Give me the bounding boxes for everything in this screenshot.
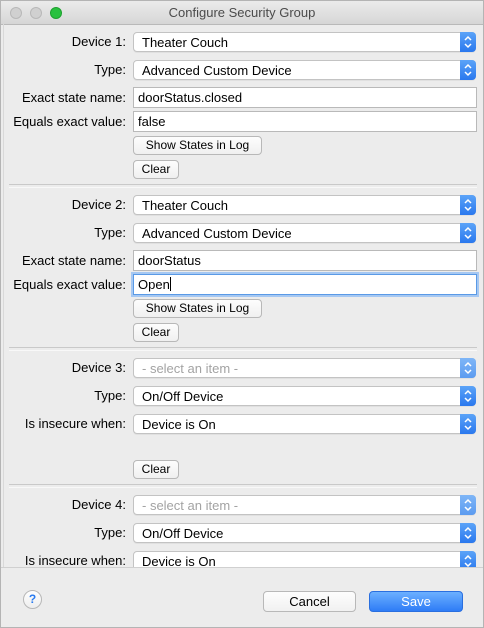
security-group-form[interactable]: Device 1: Theater Couch Type: Advanced C… — [1, 24, 483, 567]
device-1-label: Device 1: — [71, 34, 126, 49]
insecure-when-3-value: Device is On — [142, 417, 216, 432]
type-1-value: Advanced Custom Device — [142, 63, 292, 78]
equals-value-1-value: false — [138, 114, 166, 129]
up-down-chevron-icon — [460, 223, 476, 243]
insecure-when-4-value: Device is On — [142, 554, 216, 567]
device-4-popup[interactable]: - select an item - — [133, 495, 476, 515]
cancel-button[interactable]: Cancel — [263, 591, 356, 612]
state-name-1-field[interactable]: doorStatus.closed — [133, 87, 477, 108]
clear-2-button[interactable]: Clear — [133, 323, 179, 342]
device-3-placeholder: - select an item - — [142, 361, 239, 376]
equals-value-2-field[interactable]: Open — [133, 274, 477, 295]
up-down-chevron-icon — [460, 414, 476, 434]
type-2-label: Type: — [94, 225, 126, 240]
dialog-footer: ? Cancel Save — [1, 567, 483, 627]
equals-value-2-value-wrap: Open — [138, 277, 171, 293]
state-name-2-label: Exact state name: — [21, 253, 126, 268]
device-3-popup[interactable]: - select an item - — [133, 358, 476, 378]
type-3-popup[interactable]: On/Off Device — [133, 386, 476, 406]
up-down-chevron-icon — [460, 32, 476, 52]
state-name-2-value: doorStatus — [138, 253, 201, 268]
up-down-chevron-icon — [460, 495, 476, 515]
show-states-2-button[interactable]: Show States in Log — [133, 299, 262, 318]
device-3-label: Device 3: — [71, 360, 126, 375]
device-4-placeholder: - select an item - — [142, 498, 239, 513]
device-1-value: Theater Couch — [142, 35, 228, 50]
insecure-when-4-popup[interactable]: Device is On — [133, 551, 476, 567]
up-down-chevron-icon — [460, 195, 476, 215]
device-2-label: Device 2: — [71, 197, 126, 212]
type-3-label: Type: — [94, 388, 126, 403]
equals-value-1-label: Equals exact value: — [13, 114, 126, 129]
up-down-chevron-icon — [460, 386, 476, 406]
type-4-value: On/Off Device — [142, 526, 224, 541]
state-name-1-label: Exact state name: — [21, 90, 126, 105]
window-title: Configure Security Group — [168, 5, 316, 20]
type-4-label: Type: — [94, 525, 126, 540]
device-1-popup[interactable]: Theater Couch — [133, 32, 476, 52]
up-down-chevron-icon — [460, 358, 476, 378]
help-icon[interactable]: ? — [23, 590, 42, 609]
configure-security-group-window: Configure Security Group Device 1: Theat… — [0, 0, 484, 628]
type-1-popup[interactable]: Advanced Custom Device — [133, 60, 476, 80]
insecure-when-4-label: Is insecure when: — [24, 553, 126, 567]
type-2-popup[interactable]: Advanced Custom Device — [133, 223, 476, 243]
type-4-popup[interactable]: On/Off Device — [133, 523, 476, 543]
save-button[interactable]: Save — [369, 591, 463, 612]
type-2-value: Advanced Custom Device — [142, 226, 292, 241]
up-down-chevron-icon — [460, 523, 476, 543]
up-down-chevron-icon — [460, 60, 476, 80]
show-states-1-button[interactable]: Show States in Log — [133, 136, 262, 155]
title-bar: Configure Security Group — [1, 1, 483, 25]
group-separator — [9, 347, 477, 351]
type-1-label: Type: — [94, 62, 126, 77]
group-separator — [9, 184, 477, 188]
device-2-value: Theater Couch — [142, 198, 228, 213]
state-name-2-field[interactable]: doorStatus — [133, 250, 477, 271]
equals-value-2-value: Open — [138, 277, 170, 292]
text-caret — [169, 277, 171, 291]
device-2-popup[interactable]: Theater Couch — [133, 195, 476, 215]
group-separator — [9, 484, 477, 488]
up-down-chevron-icon — [460, 551, 476, 567]
equals-value-1-field[interactable]: false — [133, 111, 477, 132]
insecure-when-3-label: Is insecure when: — [24, 416, 126, 431]
device-4-label: Device 4: — [71, 497, 126, 512]
clear-3-button[interactable]: Clear — [133, 460, 179, 479]
state-name-1-value: doorStatus.closed — [138, 90, 243, 105]
scroll-track[interactable] — [3, 24, 4, 567]
type-3-value: On/Off Device — [142, 389, 224, 404]
equals-value-2-label: Equals exact value: — [13, 277, 126, 292]
insecure-when-3-popup[interactable]: Device is On — [133, 414, 476, 434]
clear-1-button[interactable]: Clear — [133, 160, 179, 179]
